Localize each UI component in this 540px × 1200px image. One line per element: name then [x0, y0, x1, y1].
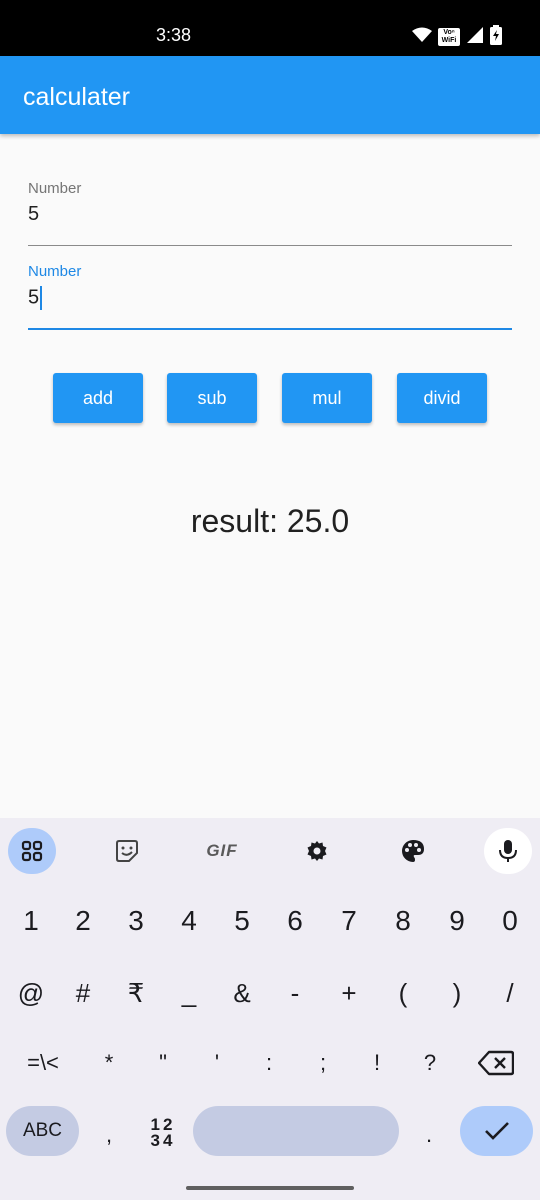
status-icons: Voⁿ WiFi — [412, 24, 502, 50]
sub-button[interactable]: sub — [167, 373, 257, 423]
status-bar: 3:38 Voⁿ WiFi — [0, 0, 540, 56]
add-button[interactable]: add — [53, 373, 143, 423]
palette-icon[interactable] — [389, 828, 437, 874]
text-caret — [40, 286, 43, 310]
enter-key[interactable] — [460, 1106, 533, 1156]
gif-button[interactable]: GIF — [198, 828, 246, 874]
symbol-key-9[interactable]: / — [483, 966, 537, 1020]
symbol-key-row3-4[interactable]: : — [242, 1036, 296, 1090]
number-key-1[interactable]: 2 — [56, 894, 110, 948]
mul-button[interactable]: mul — [282, 373, 372, 423]
volte-top-text: Voⁿ — [443, 29, 455, 36]
numpad-key[interactable]: 12 34 — [136, 1108, 190, 1158]
number-field-1[interactable]: Number 5 — [28, 180, 512, 246]
symbol-key-row3-0[interactable]: =\< — [16, 1036, 70, 1090]
status-time: 3:38 — [156, 25, 192, 45]
period-key[interactable]: . — [402, 1108, 456, 1162]
navigation-handle[interactable] — [186, 1186, 354, 1190]
signal-icon — [466, 26, 484, 49]
symbol-key-1[interactable]: # — [56, 966, 110, 1020]
volte-wifi-badge: Voⁿ WiFi — [438, 28, 460, 46]
symbol-key-2[interactable]: ₹ — [109, 966, 163, 1020]
backspace-icon — [478, 1050, 514, 1076]
wifi-icon — [412, 27, 432, 48]
check-icon — [484, 1122, 509, 1140]
mic-icon[interactable] — [484, 828, 532, 874]
comma-key[interactable]: , — [82, 1108, 136, 1162]
backspace-key[interactable] — [469, 1036, 523, 1090]
settings-icon[interactable] — [293, 828, 341, 874]
number-field-2-underline — [28, 328, 512, 330]
battery-icon — [490, 24, 502, 50]
symbol-key-row3-2[interactable]: " — [136, 1036, 190, 1090]
apps-icon[interactable] — [8, 828, 56, 874]
keyboard-toolbar: GIF — [0, 818, 540, 882]
number-key-6[interactable]: 7 — [322, 894, 376, 948]
numpad-bottom: 34 — [150, 1131, 176, 1150]
number-field-1-label: Number — [28, 180, 82, 197]
number-field-2-label: Number — [28, 263, 82, 280]
number-key-0[interactable]: 1 — [4, 894, 58, 948]
keyboard: GIF 1234567890 @ # ₹ _ & - +() / =\< * " ':;!? ABC… — [0, 818, 540, 1200]
symbol-key-row3-7[interactable]: ? — [403, 1036, 457, 1090]
symbol-key-6[interactable]: + — [322, 966, 376, 1020]
number-field-1-underline — [28, 245, 512, 246]
sticker-icon[interactable] — [103, 828, 151, 874]
abc-key[interactable]: ABC — [6, 1106, 79, 1156]
symbol-key-3[interactable]: _ — [162, 966, 216, 1020]
number-key-7[interactable]: 8 — [376, 894, 430, 948]
volte-bottom-text: WiFi — [441, 37, 457, 44]
symbol-key-7[interactable]: ( — [376, 966, 430, 1020]
symbol-key-row3-3[interactable]: ' — [190, 1036, 244, 1090]
app-title: calculater — [23, 83, 130, 111]
symbol-key-0[interactable]: @ — [4, 966, 58, 1020]
symbol-key-row3-6[interactable]: ! — [350, 1036, 404, 1090]
number-key-3[interactable]: 4 — [162, 894, 216, 948]
gif-label: GIF — [206, 841, 238, 860]
symbol-key-row3-1[interactable]: * — [82, 1036, 136, 1090]
number-key-9[interactable]: 0 — [483, 894, 537, 948]
space-bar[interactable] — [193, 1106, 399, 1156]
symbol-key-5[interactable]: - — [268, 966, 322, 1020]
number-field-1-value[interactable]: 5 — [28, 203, 39, 226]
app-bar: calculater — [0, 56, 540, 134]
divid-button[interactable]: divid — [397, 373, 487, 423]
abc-label: ABC — [22, 1120, 63, 1141]
symbol-key-4[interactable]: & — [215, 966, 269, 1020]
number-field-2[interactable]: Number 5 — [28, 263, 512, 330]
number-key-8[interactable]: 9 — [430, 894, 484, 948]
result-text: result: 25.0 — [190, 503, 350, 539]
symbol-key-row3-5[interactable]: ; — [296, 1036, 350, 1090]
number-field-2-value: 5 — [28, 286, 40, 309]
number-field-2-value-wrap[interactable]: 5 — [28, 286, 43, 310]
number-key-2[interactable]: 3 — [109, 894, 163, 948]
symbol-key-8[interactable]: ) — [430, 966, 484, 1020]
number-key-4[interactable]: 5 — [215, 894, 269, 948]
number-key-5[interactable]: 6 — [268, 894, 322, 948]
